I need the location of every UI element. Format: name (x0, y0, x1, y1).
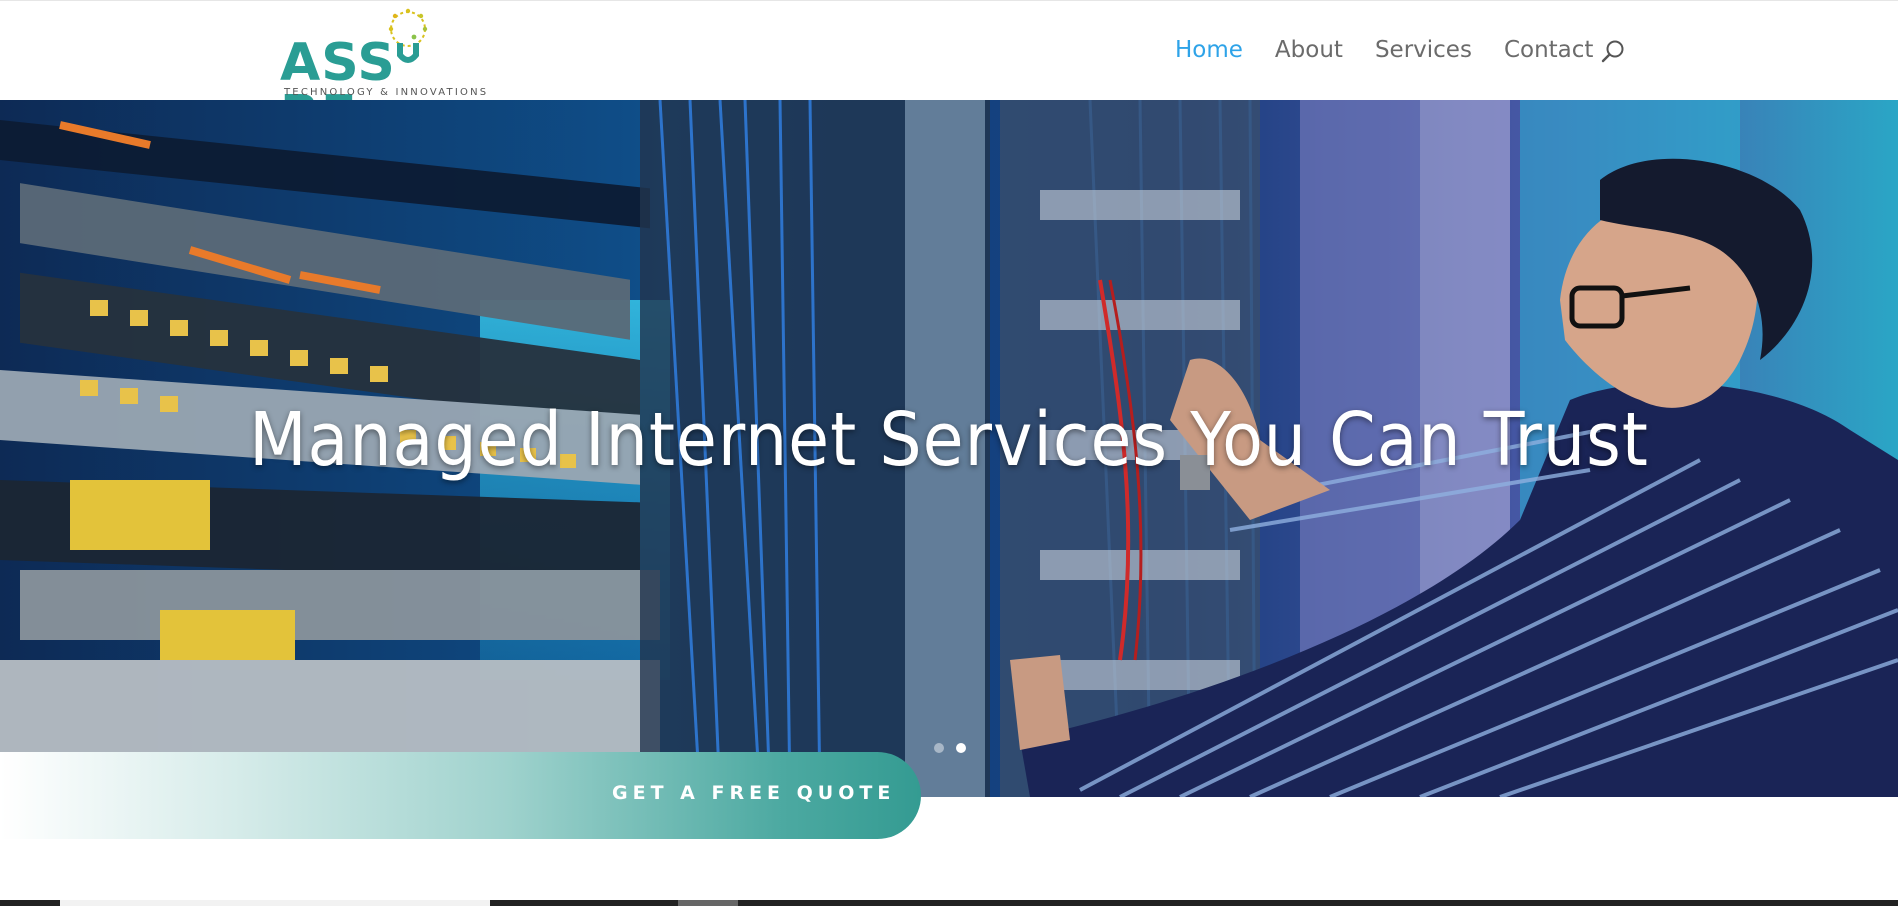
slider-pagination (934, 743, 966, 753)
brand-tagline: TECHNOLOGY & INNOVATIONS (284, 87, 489, 98)
slider-dot-1[interactable] (934, 743, 944, 753)
nav-item-home[interactable]: Home (1175, 37, 1243, 63)
get-free-quote-button[interactable]: GET A FREE QUOTE (0, 752, 921, 839)
get-free-quote-label: GET A FREE QUOTE (612, 782, 896, 804)
slider-dot-2[interactable] (956, 743, 966, 753)
section-edge-light (60, 900, 490, 906)
brand-logo[interactable]: ASSRE TECHNOLOGY & INNOVATIONS (280, 7, 500, 141)
hero-title: Managed Internet Services You Can Trust (249, 397, 1649, 483)
next-section-edge (0, 900, 1898, 906)
search-icon[interactable] (1600, 39, 1626, 65)
main-nav: Home About Services Contact (1175, 37, 1625, 63)
hero-slider: Managed Internet Services You Can Trust (0, 100, 1898, 797)
site-header: ASSRE TECHNOLOGY & INNOVATIONS Home Abou… (0, 0, 1898, 141)
nav-item-contact[interactable]: Contact (1504, 37, 1593, 63)
nav-item-services[interactable]: Services (1375, 37, 1472, 63)
nav-item-about[interactable]: About (1275, 37, 1343, 63)
section-edge-grey (678, 900, 738, 906)
